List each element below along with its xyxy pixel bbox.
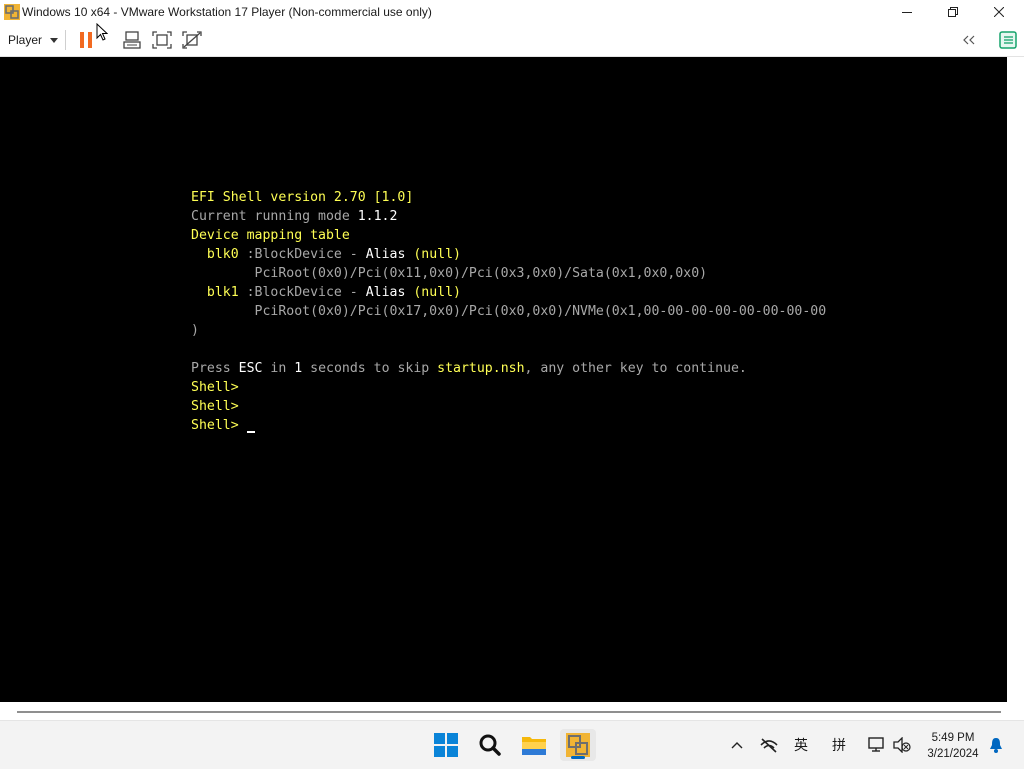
console-text: :BlockDevice - <box>238 247 366 262</box>
maximize-button[interactable] <box>930 0 976 24</box>
vmware-player-icon <box>566 733 590 757</box>
console-text: (null) <box>405 247 461 262</box>
console-text: Shell> <box>191 418 247 433</box>
vmware-logo-icon <box>4 4 20 20</box>
windows-taskbar: 英 拼 5:49 PM 3/21/2024 <box>0 720 1024 769</box>
console-line: blk1 :BlockDevice - Alias (null) <box>191 283 826 302</box>
volume-button[interactable] <box>892 731 912 759</box>
console-text: startup.nsh <box>437 361 525 376</box>
unity-icon <box>182 31 202 49</box>
horizontal-scrollbar-thumb[interactable] <box>17 711 1001 713</box>
console-text: (null) <box>405 285 461 300</box>
console-line: ) <box>191 321 826 340</box>
unity-button[interactable] <box>180 28 204 52</box>
console-text: PciRoot(0x0)/Pci(0x17,0x0)/Pci(0x0,0x0)/… <box>191 304 827 319</box>
console-text: in <box>262 361 295 376</box>
player-menu-button[interactable]: Player <box>2 28 64 52</box>
console-line: EFI Shell version 2.70 [1.0] <box>191 188 826 207</box>
efi-shell-output: EFI Shell version 2.70 [1.0] Current runn… <box>191 188 826 435</box>
console-text: , any other key to continue. <box>524 361 747 376</box>
console-text: 1 <box>294 361 303 376</box>
send-ctrl-alt-del-icon <box>123 31 141 49</box>
title-bar: Windows 10 x64 - VMware Workstation 17 P… <box>0 0 1024 24</box>
system-clock[interactable]: 5:49 PM 3/21/2024 <box>918 730 988 762</box>
mouse-pointer-icon <box>96 23 108 41</box>
clock-time: 5:49 PM <box>931 732 975 744</box>
console-line: Press ESC in 1 seconds to skip startup.n… <box>191 359 826 378</box>
ime-mode-button[interactable]: 拼 <box>828 731 850 759</box>
console-line: Shell> <box>191 397 826 416</box>
active-app-indicator <box>571 756 585 759</box>
vertical-scrollbar[interactable] <box>1007 57 1024 702</box>
console-line: Shell> <box>191 378 826 397</box>
console-text: ESC <box>238 361 263 376</box>
close-icon <box>994 7 1004 17</box>
library-button[interactable] <box>996 28 1020 52</box>
network-disconnected-icon <box>760 738 778 753</box>
chevron-down-icon <box>50 37 59 43</box>
bell-icon <box>990 738 1002 753</box>
console-text: 1.1.2 <box>357 209 398 224</box>
library-icon <box>999 31 1017 49</box>
console-text: :BlockDevice - <box>238 285 366 300</box>
show-hidden-icons-button[interactable] <box>728 731 746 759</box>
console-text: PciRoot(0x0)/Pci(0x11,0x0)/Pci(0x3,0x0)/… <box>191 266 708 281</box>
pause-button[interactable] <box>74 28 98 52</box>
console-text: blk0 <box>206 247 239 262</box>
speaker-muted-icon <box>893 737 911 753</box>
console-line: Current running mode 1.1.2 <box>191 207 826 226</box>
file-explorer-icon <box>522 737 546 755</box>
fullscreen-button[interactable] <box>150 28 174 52</box>
console-text: seconds to skip <box>302 361 438 376</box>
vmware-player-taskbar-button[interactable] <box>560 729 596 761</box>
console-text: Shell> <box>191 380 247 395</box>
console-text: EFI Shell version 2.70 [1.0] <box>191 190 414 205</box>
console-line: blk0 :BlockDevice - Alias (null) <box>191 245 826 264</box>
display-button[interactable] <box>866 731 888 759</box>
search-icon <box>479 734 501 756</box>
minimize-button[interactable] <box>884 0 930 24</box>
fullscreen-icon <box>152 31 172 49</box>
pause-icon <box>80 32 92 48</box>
console-text: Press <box>191 361 239 376</box>
horizontal-scrollbar[interactable] <box>0 702 1024 720</box>
console-text: Device mapping table <box>191 228 350 243</box>
search-button[interactable] <box>472 729 508 761</box>
console-line: PciRoot(0x0)/Pci(0x11,0x0)/Pci(0x3,0x0)/… <box>191 264 826 283</box>
vm-console-screen[interactable]: EFI Shell version 2.70 [1.0] Current runn… <box>0 57 1007 702</box>
restore-icon <box>948 7 958 17</box>
clock-date: 3/21/2024 <box>927 748 979 760</box>
toolbar-divider <box>65 30 66 50</box>
monitor-icon <box>868 737 884 752</box>
start-button[interactable] <box>428 729 464 761</box>
send-ctrl-alt-del-button[interactable] <box>120 28 144 52</box>
minimize-icon <box>902 12 912 13</box>
double-chevron-left-icon <box>963 35 975 45</box>
close-button[interactable] <box>976 0 1022 24</box>
window-title: Windows 10 x64 - VMware Workstation 17 P… <box>22 5 432 19</box>
console-line: Device mapping table <box>191 226 826 245</box>
network-status-button[interactable] <box>758 731 780 759</box>
chevron-up-icon <box>731 742 743 749</box>
console-text: ) <box>191 323 199 338</box>
file-explorer-button[interactable] <box>516 729 552 761</box>
console-text: Alias <box>365 247 406 262</box>
ime-language-button[interactable]: 英 <box>790 731 812 759</box>
player-menu-label: Player <box>8 33 43 47</box>
collapse-toolbar-button[interactable] <box>957 28 981 52</box>
text-cursor <box>246 431 255 433</box>
console-text: Current running mode <box>191 209 358 224</box>
console-text: Alias <box>365 285 406 300</box>
windows-start-icon <box>434 733 458 757</box>
console-line: PciRoot(0x0)/Pci(0x17,0x0)/Pci(0x0,0x0)/… <box>191 302 827 321</box>
console-text: Shell> <box>191 399 247 414</box>
console-text: blk1 <box>206 285 239 300</box>
notifications-button[interactable] <box>986 731 1006 759</box>
console-line: Shell> <box>191 416 826 435</box>
